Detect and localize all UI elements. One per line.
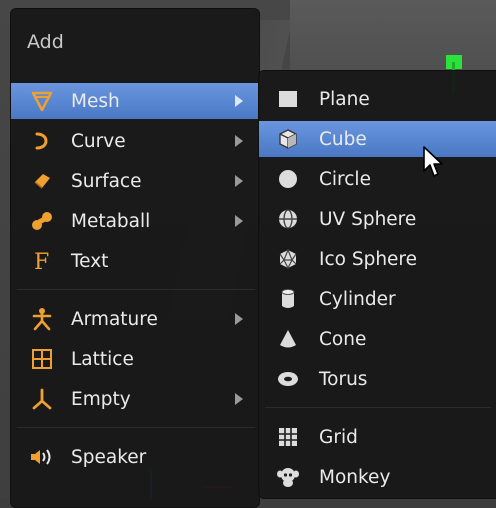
add-menu-title: Add — [27, 31, 64, 53]
mesh-item-label: Grid — [319, 426, 358, 448]
mesh-item-cylinder[interactable]: Cylinder — [259, 281, 496, 317]
plane-icon — [275, 86, 301, 112]
add-menu-item-mesh[interactable]: Mesh — [11, 83, 259, 119]
ico-sphere-icon — [275, 246, 301, 272]
add-menu-item-lattice[interactable]: Lattice — [11, 341, 259, 377]
mesh-item-circle[interactable]: Circle — [259, 161, 496, 197]
empty-icon — [29, 386, 55, 412]
mesh-item-label: Ico Sphere — [319, 248, 418, 270]
menu-separator — [17, 289, 255, 290]
add-menu-item-metaball[interactable]: Metaball — [11, 203, 259, 239]
grid-icon — [275, 424, 301, 450]
add-menu-item-label: Armature — [71, 308, 158, 330]
add-menu-item-label: Surface — [71, 170, 142, 192]
mesh-item-ico-sphere[interactable]: Ico Sphere — [259, 241, 496, 277]
cylinder-icon — [275, 286, 301, 312]
lattice-icon — [29, 346, 55, 372]
add-menu-item-label: Empty — [71, 388, 131, 410]
mesh-item-label: Plane — [319, 88, 370, 110]
mesh-item-monkey[interactable]: Monkey — [259, 459, 496, 495]
submenu-arrow-icon — [235, 215, 243, 227]
add-menu-item-label: Mesh — [71, 90, 120, 112]
mesh-item-cube[interactable]: Cube — [259, 121, 496, 157]
submenu-arrow-icon — [235, 393, 243, 405]
metaball-icon — [29, 208, 55, 234]
submenu-arrow-icon — [235, 175, 243, 187]
speaker-icon — [29, 444, 55, 470]
curve-icon — [29, 128, 55, 154]
armature-icon — [29, 306, 55, 332]
mesh-item-torus[interactable]: Torus — [259, 361, 496, 397]
add-menu-item-speaker[interactable]: Speaker — [11, 439, 259, 475]
mesh-icon — [29, 88, 55, 114]
mesh-item-label: Cone — [319, 328, 367, 350]
add-menu-item-label: Speaker — [71, 446, 147, 468]
mesh-item-label: Torus — [319, 368, 368, 390]
mesh-item-cone[interactable]: Cone — [259, 321, 496, 357]
cube-icon — [275, 126, 301, 152]
mesh-item-label: Monkey — [319, 466, 391, 488]
cone-icon — [275, 326, 301, 352]
submenu-arrow-icon — [235, 135, 243, 147]
mesh-item-plane[interactable]: Plane — [259, 81, 496, 117]
submenu-arrow-icon — [235, 313, 243, 325]
mesh-item-label: UV Sphere — [319, 208, 417, 230]
menu-separator — [17, 427, 255, 428]
add-menu-item-label: Curve — [71, 130, 126, 152]
mesh-item-uv-sphere[interactable]: UV Sphere — [259, 201, 496, 237]
mesh-item-label: Cube — [319, 128, 367, 150]
menu-separator — [265, 407, 491, 408]
add-menu-item-surface[interactable]: Surface — [11, 163, 259, 199]
mesh-item-grid[interactable]: Grid — [259, 419, 496, 455]
uv-sphere-icon — [275, 206, 301, 232]
add-menu-item-text[interactable]: F Text — [11, 243, 259, 279]
text-icon: F — [29, 248, 55, 274]
add-menu-item-label: Lattice — [71, 348, 134, 370]
monkey-icon — [275, 464, 301, 490]
add-menu-item-curve[interactable]: Curve — [11, 123, 259, 159]
add-menu-item-armature[interactable]: Armature — [11, 301, 259, 337]
torus-icon — [275, 366, 301, 392]
svg-text:F: F — [34, 250, 49, 273]
add-menu-item-label: Metaball — [71, 210, 151, 232]
mouse-cursor-icon — [423, 146, 443, 177]
surface-icon — [29, 168, 55, 194]
add-menu-item-empty[interactable]: Empty — [11, 381, 259, 417]
add-menu-item-label: Text — [71, 250, 109, 272]
add-menu: Add Mesh Curve Surface Metaball F Text A… — [10, 8, 260, 508]
submenu-arrow-icon — [235, 95, 243, 107]
mesh-submenu: Plane Cube Circle UV Sphere Ico Sphere C… — [258, 70, 496, 499]
mesh-item-label: Cylinder — [319, 288, 396, 310]
mesh-item-label: Circle — [319, 168, 371, 190]
circle-icon — [275, 166, 301, 192]
